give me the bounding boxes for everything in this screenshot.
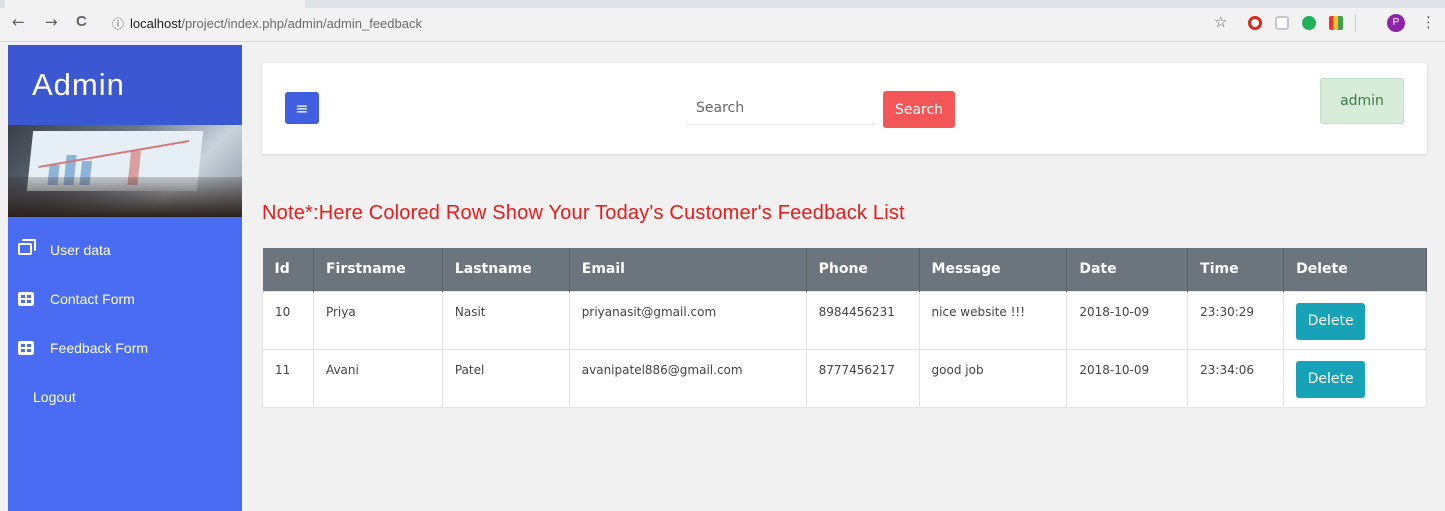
cell-firstname: Avani <box>312 348 443 408</box>
table-icon <box>18 291 34 306</box>
admin-user-button[interactable]: admin <box>1320 78 1404 124</box>
search-input[interactable] <box>686 91 876 125</box>
profile-avatar[interactable]: P <box>1387 14 1405 32</box>
cell-date: 2018-10-09 <box>1066 290 1189 350</box>
sidebar-toggle-button[interactable]: ≡ <box>285 92 319 124</box>
table-header-row: Id Firstname Lastname Email Phone Messag… <box>262 248 1427 291</box>
sidebar-hero-image <box>8 125 242 217</box>
search-button[interactable]: Search <box>883 91 955 128</box>
info-icon[interactable]: ⓘ <box>112 15 124 32</box>
hero-chart-line <box>38 139 190 169</box>
column-header-delete: Delete <box>1283 248 1427 291</box>
sidebar-item-label: Logout <box>33 388 76 405</box>
column-header-email: Email <box>569 248 807 291</box>
sidebar-item-label: Contact Form <box>50 290 135 307</box>
cell-time: 23:34:06 <box>1187 348 1285 408</box>
column-header-phone: Phone <box>806 248 920 291</box>
sidebar-item-logout[interactable]: Logout <box>8 372 242 421</box>
url-text: localhost/project/index.php/admin/admin_… <box>130 16 422 31</box>
hands-on-keyboard-graphic <box>8 177 242 217</box>
cell-id: 10 <box>262 290 314 350</box>
cell-message: good job <box>918 348 1068 408</box>
table-icon <box>18 340 34 355</box>
delete-button[interactable]: Delete <box>1296 302 1366 340</box>
cell-email: priyanasit@gmail.com <box>568 290 807 350</box>
table-row: 11 Avani Patel avanipatel886@gmail.com 8… <box>262 348 1427 408</box>
address-bar[interactable]: ⓘ localhost/project/index.php/admin/admi… <box>104 12 1216 34</box>
cell-firstname: Priya <box>312 290 443 350</box>
cell-phone: 8777456217 <box>805 348 920 408</box>
forward-icon[interactable]: → <box>45 14 58 30</box>
cell-id: 11 <box>262 348 314 408</box>
delete-button[interactable]: Delete <box>1296 360 1366 398</box>
table-icon-shape <box>18 340 34 355</box>
hamburger-menu-icon: ≡ <box>295 98 309 118</box>
table-row: 10 Priya Nasit priyanasit@gmail.com 8984… <box>262 290 1427 350</box>
back-icon[interactable]: ← <box>12 14 25 30</box>
column-header-lastname: Lastname <box>442 248 570 291</box>
cell-email: avanipatel886@gmail.com <box>568 348 807 408</box>
url-host: localhost <box>130 15 182 31</box>
cell-phone: 8984456231 <box>805 290 920 350</box>
reload-icon[interactable]: C <box>76 14 87 30</box>
sidebar-title: Admin <box>8 45 242 125</box>
toolbar-divider <box>1355 14 1356 32</box>
feedback-note: Note*:Here Colored Row Show Your Today's… <box>262 202 905 224</box>
feedback-table: Id Firstname Lastname Email Phone Messag… <box>262 248 1427 408</box>
top-navbar: ≡ Search admin <box>262 63 1427 154</box>
cell-message: nice website !!! <box>918 290 1068 350</box>
sidebar-item-contact-form[interactable]: Contact Form <box>8 274 242 323</box>
column-header-firstname: Firstname <box>313 248 443 291</box>
column-header-message: Message <box>919 248 1068 291</box>
browser-menu-icon[interactable]: ⋮ <box>1421 13 1436 31</box>
column-header-time: Time <box>1187 248 1285 291</box>
browser-toolbar: ← → C ⓘ localhost/project/index.php/admi… <box>0 0 1445 42</box>
grammarly-extension-icon[interactable] <box>1302 16 1316 30</box>
cell-lastname: Nasit <box>441 290 570 350</box>
active-tab[interactable] <box>5 0 305 8</box>
sidebar-item-user-data[interactable]: User data <box>8 225 242 274</box>
sidebar: Admin User data Contact Form Feedback Fo… <box>8 45 242 511</box>
window-icon <box>18 238 36 257</box>
shield-extension-icon[interactable] <box>1275 16 1289 30</box>
opera-extension-icon[interactable] <box>1248 16 1262 30</box>
table-icon-shape <box>18 291 34 306</box>
sidebar-item-label: User data <box>50 241 111 258</box>
url-path: /project/index.php/admin/admin_feedback <box>181 15 422 31</box>
sidebar-item-feedback-form[interactable]: Feedback Form <box>8 323 242 372</box>
cell-lastname: Patel <box>441 348 570 408</box>
cell-date: 2018-10-09 <box>1066 348 1189 408</box>
column-header-date: Date <box>1066 248 1189 291</box>
sidebar-menu: User data Contact Form Feedback Form Log… <box>8 225 242 421</box>
cell-delete: Delete <box>1283 348 1427 408</box>
column-header-id: Id <box>262 248 314 291</box>
window-icon-shape <box>18 238 36 255</box>
sidebar-item-label: Feedback Form <box>50 339 149 356</box>
tab-strip <box>0 0 1445 8</box>
cell-time: 23:30:29 <box>1187 290 1285 350</box>
bookmark-star-icon[interactable]: ☆ <box>1214 13 1227 31</box>
cell-delete: Delete <box>1283 290 1427 350</box>
color-extension-icon[interactable] <box>1329 16 1343 30</box>
